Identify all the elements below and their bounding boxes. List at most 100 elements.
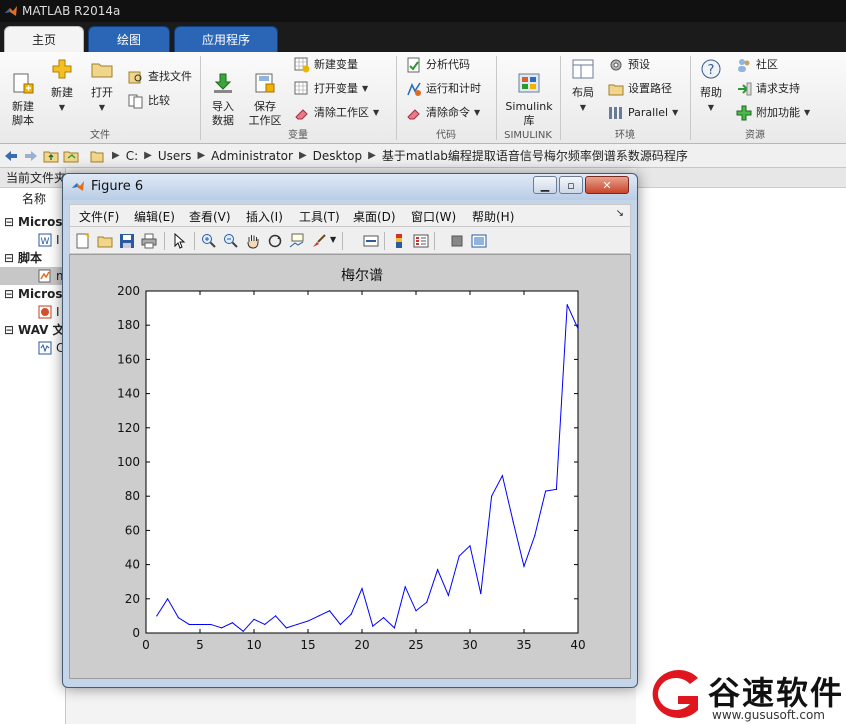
svg-text:?: ?: [708, 63, 715, 78]
new-script-button[interactable]: 新建 脚本: [6, 58, 40, 128]
file-row[interactable]: C: [0, 339, 65, 357]
gear-icon: [610, 59, 622, 71]
data-point: [156, 615, 158, 617]
open-button[interactable]: 打开 ▼: [86, 58, 118, 115]
axes-box[interactable]: [145, 290, 579, 634]
figure-titlebar[interactable]: Figure 6 ▁ ▫ ✕: [63, 174, 637, 200]
tab-apps[interactable]: 应用程序: [174, 26, 278, 52]
zoom-out-button[interactable]: [222, 232, 240, 250]
pointer-button[interactable]: [170, 232, 188, 250]
figure-window[interactable]: Figure 6 ▁ ▫ ✕ 文件(F) 编辑(E) 查看(V) 插入(I) 工…: [62, 173, 638, 688]
colorbar-icon: [396, 234, 402, 248]
folder-group-row[interactable]: ⊟ Micros: [0, 285, 65, 303]
ribbon: 新建 脚本 新建 ▼ 打开 ▼ 查找文件 比较 文件 导入 数据 保存 工作区 新建…: [0, 52, 846, 144]
colorbar-button[interactable]: [390, 232, 408, 250]
compare-button[interactable]: 比较: [128, 92, 170, 110]
figure-canvas[interactable]: 梅尔谱 0 5 10 15 20 25 30 35 40 0 20 40 60 80 100 120 140 1…: [69, 254, 631, 679]
show-plot-tools-button[interactable]: [470, 232, 488, 250]
simulink-library-button[interactable]: Simulink 库: [502, 58, 556, 128]
parallel-button[interactable]: Parallel ▼: [608, 104, 678, 122]
open-file-button[interactable]: [96, 232, 114, 250]
legend-icon: [413, 234, 429, 248]
x-tick-label: 20: [354, 638, 369, 652]
breadcrumb-item[interactable]: Desktop: [313, 149, 363, 163]
menu-insert[interactable]: 插入(I): [246, 208, 283, 225]
minimize-button[interactable]: ▁: [533, 176, 557, 194]
print-button[interactable]: [140, 232, 158, 250]
collapse-icon[interactable]: ⊟: [4, 249, 14, 267]
brush-dropdown-icon[interactable]: ▼: [330, 235, 336, 244]
close-button[interactable]: ✕: [585, 176, 629, 194]
file-row[interactable]: I: [0, 303, 65, 321]
link-plot-button[interactable]: [362, 232, 380, 250]
rotate-3d-button[interactable]: [266, 232, 284, 250]
maximize-button[interactable]: ▫: [559, 176, 583, 194]
new-variable-button[interactable]: 新建变量: [294, 56, 358, 74]
folder-group-row[interactable]: ⊟ 脚本: [0, 249, 65, 267]
open-variable-button[interactable]: 打开变量 ▼: [294, 80, 368, 98]
file-row[interactable]: W I: [0, 231, 65, 249]
preferences-button[interactable]: 预设: [608, 56, 650, 74]
add-ons-button[interactable]: 附加功能 ▼: [736, 104, 810, 122]
group-label-resources: 资源: [745, 130, 765, 141]
find-files-button[interactable]: 查找文件: [128, 68, 192, 86]
new-figure-button[interactable]: [74, 232, 92, 250]
clear-commands-button[interactable]: 清除命令 ▼: [406, 104, 480, 122]
breadcrumb-item[interactable]: Users: [158, 149, 192, 163]
up-folder-button[interactable]: [42, 147, 60, 165]
menu-file[interactable]: 文件(F): [79, 208, 119, 225]
hide-plot-tools-button[interactable]: [448, 232, 466, 250]
set-path-button[interactable]: 设置路径: [608, 80, 672, 98]
collapse-icon[interactable]: ⊟: [4, 213, 14, 231]
request-support-button[interactable]: 请求支持: [736, 80, 800, 98]
menu-help[interactable]: 帮助(H): [472, 208, 514, 225]
menu-window[interactable]: 窗口(W): [411, 208, 456, 225]
run-and-time-button[interactable]: 运行和计时: [406, 80, 481, 98]
import-data-icon: [214, 73, 232, 93]
community-button[interactable]: 社区: [736, 56, 778, 74]
menu-tools[interactable]: 工具(T): [299, 208, 340, 225]
tab-home[interactable]: 主页: [4, 26, 84, 52]
powerpoint-icon: [38, 305, 52, 319]
data-cursor-button[interactable]: [288, 232, 306, 250]
folder-group-row[interactable]: ⊟ WAV 文: [0, 321, 65, 339]
path-root-button[interactable]: [88, 147, 106, 165]
legend-button[interactable]: [412, 232, 430, 250]
collapse-icon[interactable]: ⊟: [4, 285, 14, 303]
save-button[interactable]: [118, 232, 136, 250]
breadcrumb-item[interactable]: Administrator: [211, 149, 293, 163]
layout-icon: [572, 59, 594, 79]
zoom-in-button[interactable]: [200, 232, 218, 250]
help-icon: ?: [701, 59, 721, 79]
breadcrumb-item[interactable]: 基于matlab编程提取语音信号梅尔频率倒谱系数源码程序: [382, 147, 688, 164]
save-workspace-button[interactable]: 保存 工作区: [246, 58, 284, 128]
back-button[interactable]: [2, 147, 20, 165]
plot-svg[interactable]: 梅尔谱 0 5 10 15 20 25 30 35 40 0 20 40 60 80 100 120 140 1…: [70, 255, 630, 678]
forward-button[interactable]: [22, 147, 40, 165]
column-header-name[interactable]: 名称: [0, 190, 65, 208]
x-tick-label: 40: [570, 638, 585, 652]
menu-view[interactable]: 查看(V): [189, 208, 231, 225]
new-dropdown-icon: ▼: [58, 103, 66, 112]
pan-button[interactable]: [244, 232, 262, 250]
layout-button[interactable]: 布局 ▼: [566, 58, 600, 115]
analyze-code-button[interactable]: 分析代码: [406, 56, 470, 74]
help-button[interactable]: ? 帮助 ▼: [696, 58, 726, 115]
brush-button[interactable]: [310, 232, 328, 250]
clear-workspace-button[interactable]: 清除工作区 ▼: [294, 104, 379, 122]
community-label: 社区: [756, 58, 778, 71]
menu-edit[interactable]: 编辑(E): [134, 208, 175, 225]
ribbon-separator: [396, 56, 397, 140]
ribbon-tabs: 主页 绘图 应用程序: [0, 22, 846, 52]
browse-folder-button[interactable]: [62, 147, 80, 165]
file-row-selected[interactable]: m: [0, 267, 65, 285]
breadcrumb-item[interactable]: C:: [126, 149, 138, 163]
collapse-icon[interactable]: ⊟: [4, 321, 14, 339]
import-data-button[interactable]: 导入 数据: [206, 58, 240, 128]
new-button[interactable]: 新建 ▼: [46, 58, 78, 115]
folder-group-row[interactable]: ⊟ Micros: [0, 213, 65, 231]
tab-plots[interactable]: 绘图: [88, 26, 170, 52]
y-tick-label: 140: [117, 387, 140, 401]
dock-arrow-icon[interactable]: ↘: [616, 208, 624, 219]
menu-desktop[interactable]: 桌面(D): [353, 208, 396, 225]
